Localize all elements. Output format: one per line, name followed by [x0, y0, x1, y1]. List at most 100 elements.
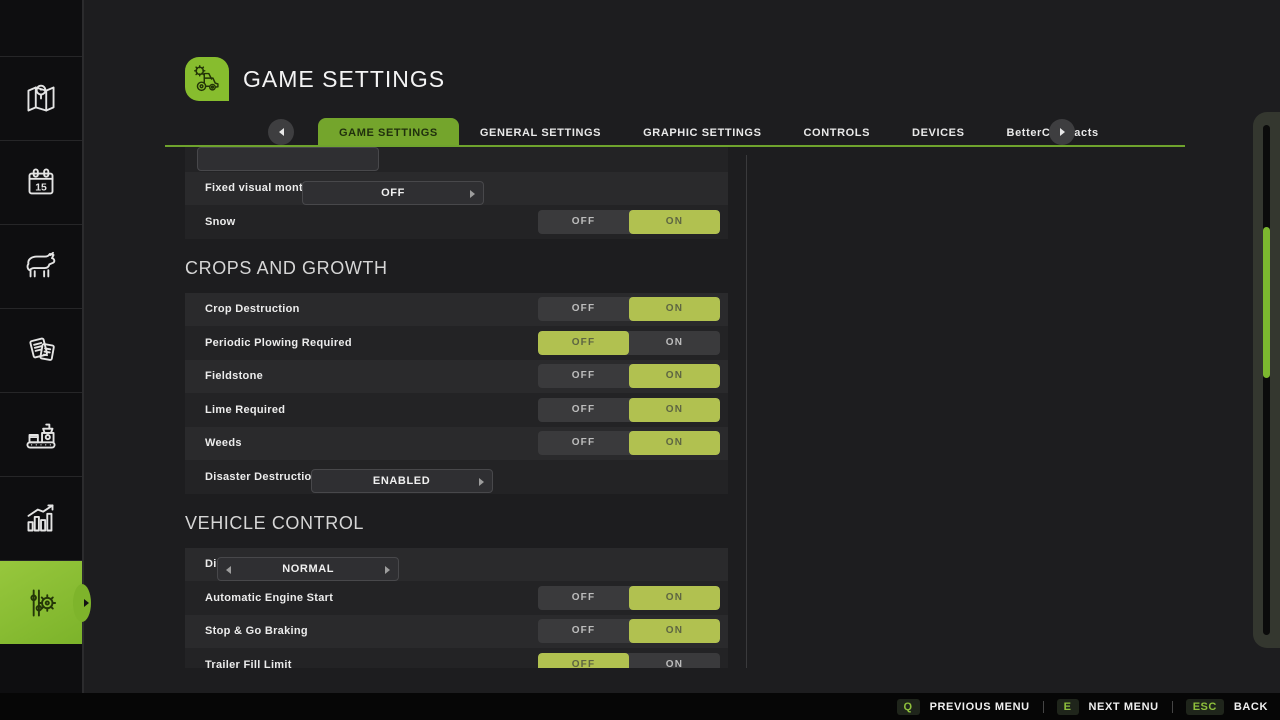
toggle-on-button[interactable]: ON	[629, 297, 720, 321]
setting-label: Periodic Plowing Required	[185, 337, 352, 349]
setting-row: Trailer Fill LimitOFFON	[185, 648, 728, 668]
toggle-on-button[interactable]: ON	[629, 431, 720, 455]
select-item[interactable]	[197, 147, 379, 171]
hint-separator	[1172, 701, 1173, 713]
tabs: GAME SETTINGSGENERAL SETTINGSGRAPHIC SET…	[318, 118, 1120, 147]
right-arrow-icon[interactable]	[1049, 119, 1075, 145]
sidebar-items: 15	[0, 56, 82, 644]
toggle-fieldstone[interactable]: OFFON	[538, 364, 720, 388]
section-title-crops-and-growth: CROPS AND GROWTH	[185, 239, 728, 293]
right-arrow-icon[interactable]	[479, 478, 484, 486]
tab-bar: GAME SETTINGSGENERAL SETTINGSGRAPHIC SET…	[165, 118, 1185, 147]
right-arrow-icon[interactable]	[470, 190, 475, 198]
toggle-snow[interactable]: OFFON	[538, 210, 720, 234]
setting-label: Snow	[185, 216, 236, 228]
key-badge-esc: ESC	[1186, 699, 1224, 715]
footer-bar: Q PREVIOUS MENU ENEXT MENU ESC BACK	[0, 693, 1280, 720]
sidebar-item-statistics[interactable]	[0, 476, 82, 560]
toggle-periodic-plowing-required[interactable]: OFFON	[538, 331, 720, 355]
stats-icon	[18, 496, 64, 542]
setting-label: Fixed visual month	[185, 182, 310, 194]
scrollbar-thumb[interactable]	[1263, 227, 1270, 378]
sidebar: 15	[0, 0, 84, 693]
select-value: OFF	[381, 187, 405, 199]
select-value: ENABLED	[373, 475, 430, 487]
tab-controls[interactable]: CONTROLS	[783, 118, 892, 147]
toggle-on-button[interactable]: ON	[629, 619, 720, 643]
toggle-off-button[interactable]: OFF	[538, 331, 629, 355]
select-fixed-visual-month[interactable]: OFF	[302, 181, 484, 205]
setting-label: Automatic Engine Start	[185, 592, 333, 604]
toggle-on-button[interactable]: ON	[629, 398, 720, 422]
setting-row: Crop Destruction OFFON	[185, 293, 728, 327]
sidebar-spacer	[0, 0, 82, 56]
toggle-on-button[interactable]: ON	[629, 653, 720, 669]
cow-icon	[18, 244, 64, 290]
toggle-off-button[interactable]: OFF	[538, 297, 629, 321]
setting-label: Lime Required	[185, 404, 285, 416]
key-badge-q: Q	[897, 699, 920, 715]
toggle-stop-go-braking[interactable]: OFFON	[538, 619, 720, 643]
tab-graphic-settings[interactable]: GRAPHIC SETTINGS	[622, 118, 782, 147]
active-item-arrow-icon	[84, 599, 89, 607]
page-title: GAME SETTINGS	[243, 66, 445, 93]
toggle-trailer-fill-limit[interactable]: OFFON	[538, 653, 720, 669]
select-value: NORMAL	[282, 563, 334, 575]
calendar-icon: 15	[18, 160, 64, 206]
toggle-on-button[interactable]: ON	[629, 586, 720, 610]
toggle-off-button[interactable]: OFF	[538, 398, 629, 422]
toggle-crop-destruction[interactable]: OFFON	[538, 297, 720, 321]
toggle-automatic-engine-start[interactable]: OFFON	[538, 586, 720, 610]
toggle-off-button[interactable]: OFF	[538, 210, 629, 234]
map-icon	[18, 76, 64, 122]
toggle-off-button[interactable]: OFF	[538, 653, 629, 669]
setting-row: Stop & Go BrakingOFFON	[185, 615, 728, 649]
scrollbar-track[interactable]	[1263, 125, 1270, 635]
scrollbar[interactable]	[1253, 112, 1280, 648]
toggle-off-button[interactable]: OFF	[538, 431, 629, 455]
sidebar-item-calendar[interactable]: 15	[0, 140, 82, 224]
sidebar-item-production[interactable]	[0, 392, 82, 476]
toggle-on-button[interactable]: ON	[629, 210, 720, 234]
column-divider	[746, 155, 747, 668]
hint-label: BACK	[1234, 701, 1268, 713]
tab-general-settings[interactable]: GENERAL SETTINGS	[459, 118, 622, 147]
toggle-off-button[interactable]: OFF	[538, 619, 629, 643]
setting-row: Fixed visual month OFF	[185, 172, 728, 206]
sidebar-item-map[interactable]	[0, 56, 82, 140]
hint-label: PREVIOUS MENU	[930, 701, 1030, 713]
tractor-gear-icon	[185, 57, 229, 101]
tab-devices[interactable]: DEVICES	[891, 118, 986, 147]
hint-back[interactable]: ESC BACK	[1186, 699, 1268, 715]
toggle-off-button[interactable]: OFF	[538, 364, 629, 388]
hint-next-menu[interactable]: ENEXT MENU	[1057, 699, 1159, 715]
select-disaster-destruction[interactable]: ENABLED	[311, 469, 493, 493]
setting-row: Disaster Destruction ENABLED	[185, 460, 728, 494]
setting-label: Fieldstone	[185, 370, 263, 382]
setting-row: Periodic Plowing Required OFFON	[185, 326, 728, 360]
setting-row: WeedsOFFON	[185, 427, 728, 461]
sidebar-item-contracts[interactable]	[0, 308, 82, 392]
hint-separator	[1043, 701, 1044, 713]
tab-game-settings[interactable]: GAME SETTINGS	[318, 118, 459, 147]
hint-previous-menu[interactable]: Q PREVIOUS MENU	[897, 699, 1030, 715]
setting-row: DirtNORMAL	[185, 548, 728, 582]
settings-icon	[18, 580, 64, 626]
select-dirt[interactable]: NORMAL	[217, 557, 399, 581]
sidebar-item-animals[interactable]	[0, 224, 82, 308]
right-arrow-icon[interactable]	[385, 566, 390, 574]
toggle-off-button[interactable]: OFF	[538, 586, 629, 610]
toggle-lime-required[interactable]: OFFON	[538, 398, 720, 422]
sidebar-item-settings[interactable]	[0, 560, 82, 644]
toggle-weeds[interactable]: OFFON	[538, 431, 720, 455]
settings-list: Fixed visual monthOFFSnowOFFONCROPS AND …	[185, 147, 728, 668]
left-arrow-icon[interactable]	[268, 119, 294, 145]
setting-row: Automatic Engine Start OFFON	[185, 581, 728, 615]
setting-row: Lime Required OFFON	[185, 393, 728, 427]
toggle-on-button[interactable]: ON	[629, 364, 720, 388]
setting-label: Disaster Destruction	[185, 471, 319, 483]
left-arrow-icon[interactable]	[226, 566, 231, 574]
documents-icon	[18, 328, 64, 374]
toggle-on-button[interactable]: ON	[629, 331, 720, 355]
setting-label: Crop Destruction	[185, 303, 300, 315]
